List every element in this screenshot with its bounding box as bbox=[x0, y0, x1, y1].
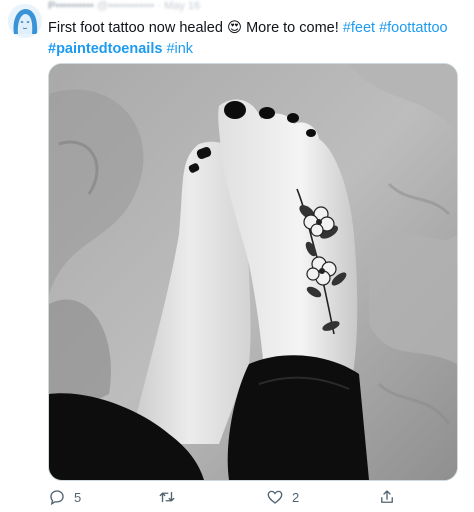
tweet-text: First foot tattoo now healed 😍 More to c… bbox=[48, 18, 458, 60]
like-button[interactable]: 2 bbox=[266, 486, 299, 508]
foot-tattoo-photo bbox=[49, 64, 457, 480]
hashtag-ink[interactable]: #ink bbox=[166, 41, 193, 57]
heart-eyes-emoji: 😍 bbox=[226, 20, 243, 36]
share-icon bbox=[381, 490, 393, 503]
share-button[interactable] bbox=[378, 486, 396, 508]
avatar[interactable] bbox=[8, 4, 42, 38]
speech-bubble-icon bbox=[50, 490, 64, 506]
heart-icon bbox=[267, 490, 283, 504]
reply-count: 5 bbox=[74, 489, 82, 505]
reply-button[interactable]: 5 bbox=[48, 486, 81, 508]
hashtag-feet[interactable]: #feet bbox=[343, 20, 375, 36]
avatar-image bbox=[8, 4, 42, 38]
retweet-button[interactable] bbox=[158, 486, 176, 508]
tweet-card: P•••••••••• @•••••••••••• · May 16 First… bbox=[0, 0, 474, 512]
tweet-body-cont: More to come! bbox=[242, 20, 343, 36]
tweet-body: First foot tattoo now healed bbox=[48, 20, 223, 36]
hashtag-foottattoo[interactable]: #foottattoo bbox=[379, 20, 448, 36]
tweet-photo[interactable] bbox=[48, 63, 458, 481]
author-handle: @•••••••••••• · May 16 bbox=[96, 0, 201, 12]
tweet-author-meta[interactable]: P•••••••••• @•••••••••••• · May 16 bbox=[48, 0, 288, 12]
hashtag-paintedtoenails[interactable]: #paintedtoenails bbox=[48, 41, 162, 57]
tweet-actions: 5 2 bbox=[48, 486, 428, 508]
like-count: 2 bbox=[292, 489, 300, 505]
retweet-icon bbox=[159, 491, 175, 503]
author-name[interactable]: P•••••••••• bbox=[48, 0, 94, 12]
